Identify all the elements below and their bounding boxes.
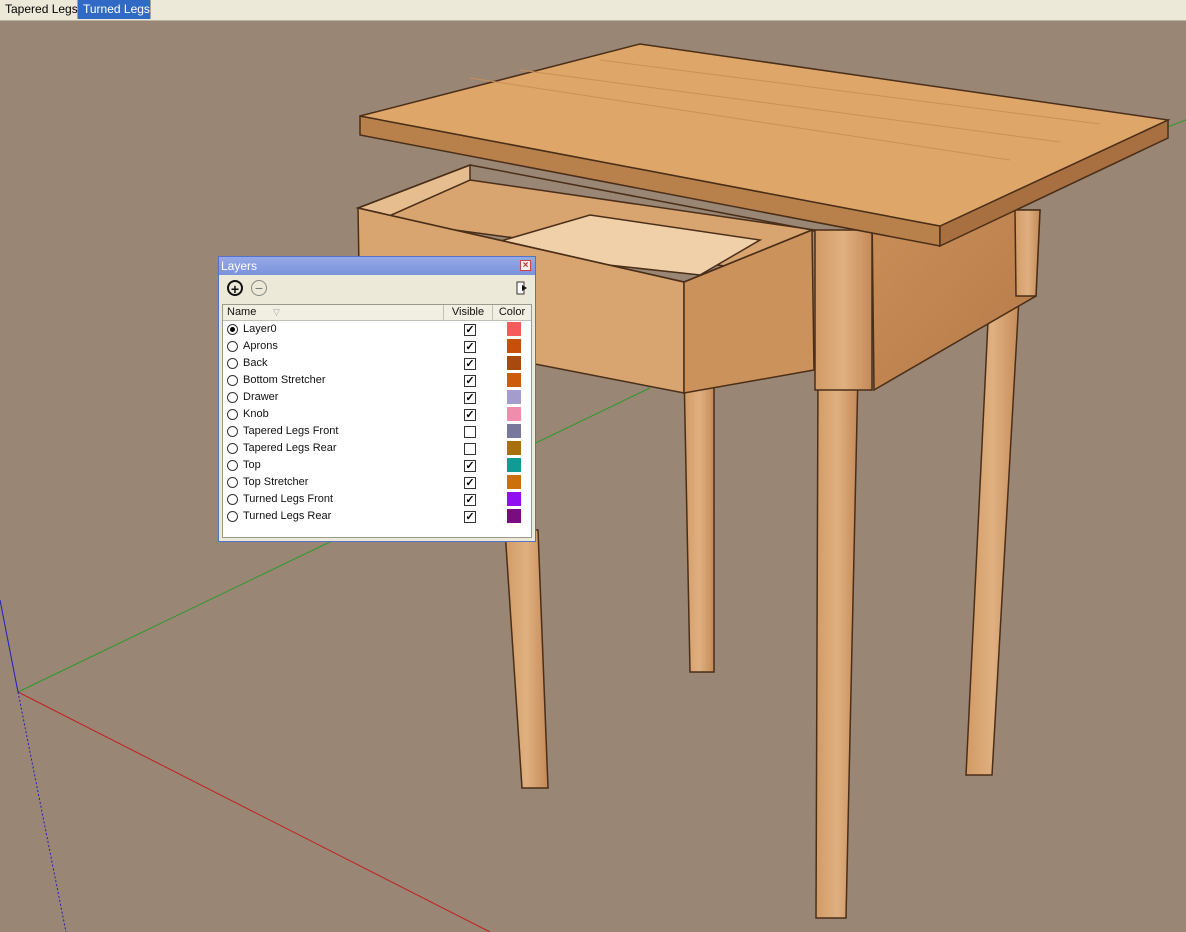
layer-name: Knob — [243, 408, 269, 420]
layer-name: Drawer — [243, 391, 279, 403]
layer-color-swatch[interactable] — [507, 390, 521, 404]
visible-checkbox[interactable]: ✓ — [464, 409, 476, 421]
layer-row[interactable]: Tapered Legs Rear — [223, 440, 531, 457]
active-layer-radio[interactable] — [227, 460, 238, 471]
layers-toolbar: + − — [219, 275, 535, 303]
layer-row[interactable]: Drawer ✓ — [223, 389, 531, 406]
visible-checkbox[interactable]: ✓ — [464, 494, 476, 506]
layer-color-swatch[interactable] — [507, 492, 521, 506]
layer-color-swatch[interactable] — [507, 322, 521, 336]
layer-color-swatch[interactable] — [507, 424, 521, 438]
layer-color-swatch[interactable] — [507, 373, 521, 387]
scene-tab-tapered-legs[interactable]: Tapered Legs — [0, 0, 78, 19]
layer-name: Top — [243, 459, 261, 471]
layer-row[interactable]: Aprons ✓ — [223, 338, 531, 355]
layer-row[interactable]: Turned Legs Rear ✓ — [223, 508, 531, 525]
scene-tab-bar: Tapered Legs Turned Legs — [0, 0, 1186, 21]
details-arrow-icon[interactable] — [515, 280, 529, 296]
column-header-color[interactable]: Color — [493, 305, 531, 320]
layer-row[interactable]: Bottom Stretcher ✓ — [223, 372, 531, 389]
layer-color-swatch[interactable] — [507, 458, 521, 472]
layers-window[interactable]: Layers × + − Name ▽ Visible Color Layer0… — [218, 256, 536, 542]
visible-checkbox[interactable]: ✓ — [464, 511, 476, 523]
rear-right-leg — [965, 279, 1021, 776]
active-layer-radio[interactable] — [227, 324, 238, 335]
close-icon[interactable]: × — [520, 260, 531, 271]
layer-color-swatch[interactable] — [507, 509, 521, 523]
layer-name: Bottom Stretcher — [243, 374, 326, 386]
front-left-leg — [683, 369, 715, 673]
active-layer-radio[interactable] — [227, 375, 238, 386]
plus-circle-icon: + — [230, 281, 240, 297]
layer-row[interactable]: Knob ✓ — [223, 406, 531, 423]
rear-left-leg — [504, 529, 549, 789]
column-header-name[interactable]: Name ▽ — [227, 305, 444, 320]
visible-checkbox[interactable]: ✓ — [464, 375, 476, 387]
active-layer-radio[interactable] — [227, 341, 238, 352]
visible-checkbox[interactable]: ✓ — [464, 324, 476, 336]
layer-row[interactable]: Top Stretcher ✓ — [223, 474, 531, 491]
layer-name: Aprons — [243, 340, 278, 352]
remove-layer-button[interactable]: − — [251, 280, 267, 296]
scene-tab-turned-legs[interactable]: Turned Legs — [78, 0, 151, 19]
active-layer-radio[interactable] — [227, 358, 238, 369]
visible-checkbox[interactable]: ✓ — [464, 460, 476, 472]
active-layer-radio[interactable] — [227, 443, 238, 454]
active-layer-radio[interactable] — [227, 511, 238, 522]
layers-titlebar[interactable]: Layers × — [219, 257, 535, 275]
layer-row[interactable]: Tapered Legs Front — [223, 423, 531, 440]
active-layer-radio[interactable] — [227, 494, 238, 505]
front-right-post — [814, 229, 873, 391]
layer-name: Back — [243, 357, 268, 369]
active-layer-radio[interactable] — [227, 409, 238, 420]
column-header-visible[interactable]: Visible — [444, 305, 493, 320]
layer-row[interactable]: Top ✓ — [223, 457, 531, 474]
layer-row[interactable]: Layer0 ✓ — [223, 321, 531, 338]
minus-circle-icon: − — [254, 280, 264, 296]
layer-name: Layer0 — [243, 323, 277, 335]
front-right-leg — [815, 371, 859, 919]
active-layer-radio[interactable] — [227, 426, 238, 437]
visible-checkbox[interactable] — [464, 426, 476, 438]
visible-checkbox[interactable] — [464, 443, 476, 455]
layer-row[interactable]: Back ✓ — [223, 355, 531, 372]
layer-name: Tapered Legs Rear — [243, 442, 337, 454]
layer-row[interactable]: Turned Legs Front ✓ — [223, 491, 531, 508]
layer-color-swatch[interactable] — [507, 356, 521, 370]
layer-color-swatch[interactable] — [507, 475, 521, 489]
layer-color-swatch[interactable] — [507, 407, 521, 421]
sort-indicator-icon: ▽ — [273, 307, 280, 317]
list-header: Name ▽ Visible Color — [223, 305, 531, 321]
active-layer-radio[interactable] — [227, 477, 238, 488]
layers-list[interactable]: Name ▽ Visible Color Layer0 ✓ Aprons ✓ Back ✓… — [222, 304, 532, 538]
active-layer-radio[interactable] — [227, 392, 238, 403]
visible-checkbox[interactable]: ✓ — [464, 341, 476, 353]
visible-checkbox[interactable]: ✓ — [464, 358, 476, 370]
visible-checkbox[interactable]: ✓ — [464, 392, 476, 404]
layers-title: Layers — [221, 259, 258, 273]
layer-name: Top Stretcher — [243, 476, 309, 488]
model-viewport[interactable] — [0, 20, 1186, 932]
layer-name: Turned Legs Front — [243, 493, 334, 505]
right-post — [1014, 209, 1041, 297]
add-layer-button[interactable]: + — [227, 280, 243, 296]
layer-color-swatch[interactable] — [507, 339, 521, 353]
visible-checkbox[interactable]: ✓ — [464, 477, 476, 489]
layer-name: Tapered Legs Front — [243, 425, 339, 437]
layer-name: Turned Legs Rear — [243, 510, 332, 522]
layer-color-swatch[interactable] — [507, 441, 521, 455]
